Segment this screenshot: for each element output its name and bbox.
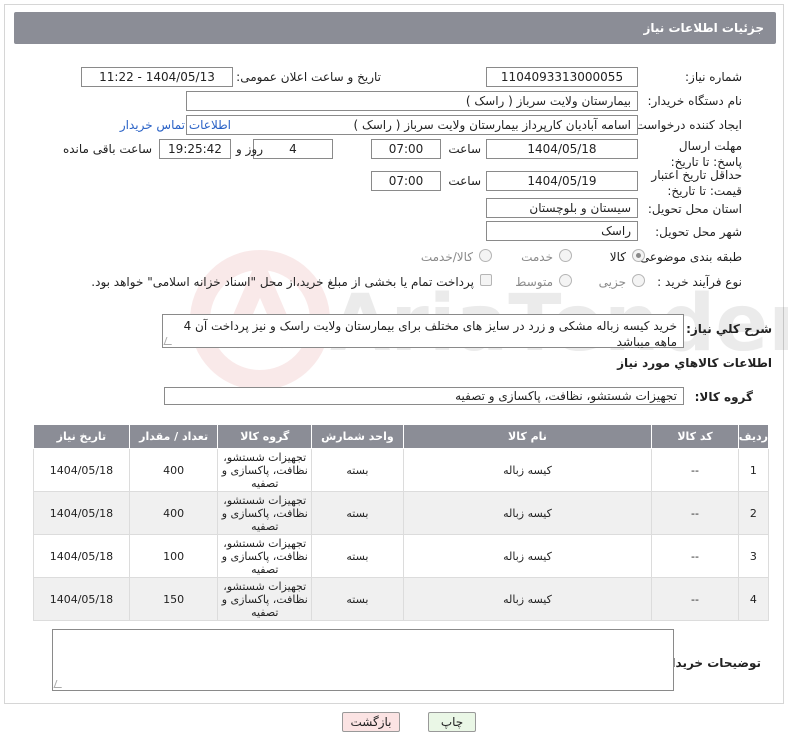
province-field: سیستان و بلوچستان [486,198,638,218]
goods-info-title: اطلاعات کالاهاي مورد نياز [617,356,772,370]
buyer-label: نام دستگاه خریدار: [647,94,743,108]
table-row: 1 -- کیسه زباله بسته تجهیزات شستشو، نظاف… [33,448,770,492]
treasury-checkbox[interactable] [480,274,492,286]
buyer-notes-label: توضیحات خریدار: [659,656,761,670]
page-title: جزئیات اطلاعات نیاز [14,12,776,44]
cell-qty: 150 [128,577,219,621]
creator-field: اسامه آبادیان کارپرداز بیمارستان ولایت س… [186,115,638,135]
cell-name: کیسه زباله [402,534,653,578]
deadline-time-field: 07:00 [371,139,441,159]
table-row: 3 -- کیسه زباله بسته تجهیزات شستشو، نظاف… [33,534,770,578]
cell-group: تجهیزات شستشو، نظافت، پاکسازی و تصفیه [217,534,313,578]
table-row: 2 -- کیسه زباله بسته تجهیزات شستشو، نظاف… [33,491,770,535]
category-radio-service[interactable] [559,249,572,262]
deadline-days-label: روز و [236,142,263,156]
purchase-option-minor: جزیی [598,275,626,289]
cell-group: تجهیزات شستشو، نظافت، پاکسازی و تصفیه [217,491,313,535]
cell-unit: بسته [311,577,404,621]
need-number-label: شماره نیاز: [685,70,742,84]
cell-row: 4 [737,577,770,621]
cell-name: کیسه زباله [402,448,653,492]
purchase-radio-minor[interactable] [632,274,645,287]
cell-code: -- [651,448,739,492]
deadline-days-field: 4 [253,139,333,159]
category-option-service: خدمت [521,250,553,264]
need-number-field: 1104093313000055 [486,67,638,87]
cell-name: کیسه زباله [402,577,653,621]
category-radio-goods-service[interactable] [479,249,492,262]
remaining-time-field: 19:25:42 [159,139,231,159]
cell-group: تجهیزات شستشو، نظافت، پاکسازی و تصفیه [217,448,313,492]
buyer-notes-field[interactable] [52,629,674,691]
category-option-goods: کالا [609,250,626,264]
validity-label: حداقل تاریخ اعتبار قیمت: تا تاریخ: [651,168,742,198]
cell-date: 1404/05/18 [33,448,130,492]
announce-field: 1404/05/13 - 11:22 [81,67,233,87]
cell-code: -- [651,534,739,578]
goods-group-label: گروه کالا: [694,390,753,404]
city-field: راسک [486,221,638,241]
cell-unit: بسته [311,534,404,578]
deadline-time-label: ساعت [448,142,481,156]
print-button[interactable]: چاپ [428,712,476,732]
cell-qty: 100 [128,534,219,578]
cell-unit: بسته [311,448,404,492]
col-header-row: ردیف [737,424,770,449]
cell-code: -- [651,577,739,621]
city-label: شهر محل تحویل: [655,225,742,239]
remaining-time-label: ساعت باقی مانده [62,142,152,156]
col-header-unit: واحد شمارش [311,424,404,449]
cell-name: کیسه زباله [402,491,653,535]
cell-date: 1404/05/18 [33,491,130,535]
col-header-code: کد کالا [651,424,739,449]
description-label: شرح کلي نياز: [686,322,772,336]
col-header-group: گروه کالا [217,424,313,449]
cell-group: تجهیزات شستشو، نظافت، پاکسازی و تصفیه [217,577,313,621]
cell-row: 2 [737,491,770,535]
deadline-date-field: 1404/05/18 [486,139,638,159]
validity-date-field: 1404/05/19 [486,171,638,191]
buyer-contact-link[interactable]: اطلاعات تماس خریدار [120,118,231,132]
province-label: استان محل تحویل: [647,202,742,216]
goods-group-field: تجهیزات شستشو، نظافت، پاکسازی و تصفیه [164,387,684,405]
cell-row: 1 [737,448,770,492]
back-button[interactable]: بازگشت [342,712,400,732]
creator-label: ایجاد کننده درخواست: [631,118,742,132]
col-header-qty: تعداد / مقدار [128,424,219,449]
treasury-note: پرداخت تمام یا بخشی از مبلغ خرید،از محل … [91,275,474,289]
col-header-name: نام کالا [402,424,653,449]
cell-qty: 400 [128,491,219,535]
category-radio-goods[interactable] [632,249,645,262]
items-table: ردیف کد کالا نام کالا واحد شمارش گروه کا… [33,424,770,621]
description-field[interactable]: خرید کیسه زباله مشکی و زرد در سایز های م… [162,314,684,349]
purchase-radio-medium[interactable] [559,274,572,287]
resize-grip-icon[interactable] [53,680,65,688]
category-option-goods-service: کالا/خدمت [420,250,473,264]
deadline-label: مهلت ارسال پاسخ: تا تاریخ: [670,139,742,169]
cell-date: 1404/05/18 [33,577,130,621]
description-text: خرید کیسه زباله مشکی و زرد در سایز های م… [183,319,677,349]
announce-label: تاریخ و ساعت اعلان عمومی: [236,70,381,84]
validity-time-field: 07:00 [371,171,441,191]
table-header-row: ردیف کد کالا نام کالا واحد شمارش گروه کا… [33,424,770,449]
cell-unit: بسته [311,491,404,535]
col-header-date: تاریخ نیاز [33,424,130,449]
cell-row: 3 [737,534,770,578]
table-row: 4 -- کیسه زباله بسته تجهیزات شستشو، نظاف… [33,577,770,621]
validity-time-label: ساعت [448,174,481,188]
purchase-option-medium: متوسط [515,275,553,289]
resize-grip-icon[interactable] [163,337,175,345]
category-label: طبقه بندی موضوعی: [635,250,742,264]
cell-date: 1404/05/18 [33,534,130,578]
buyer-field: بیمارستان ولایت سرباز ( راسک ) [186,91,638,111]
purchase-type-label: نوع فرآیند خرید : [657,275,742,289]
cell-qty: 400 [128,448,219,492]
cell-code: -- [651,491,739,535]
